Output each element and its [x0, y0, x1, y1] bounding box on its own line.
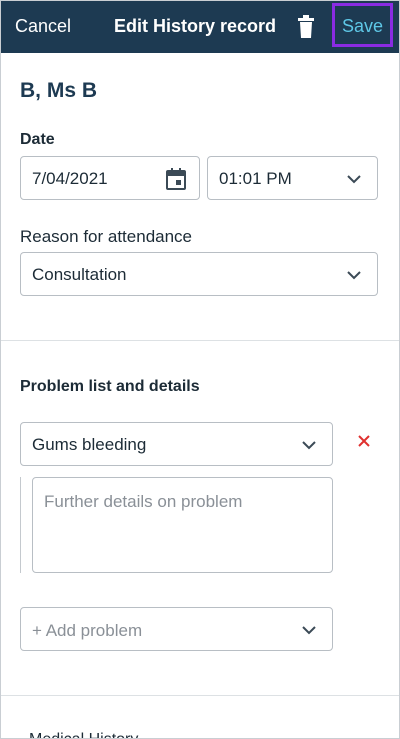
details-placeholder: Further details on problem: [44, 492, 243, 511]
time-select[interactable]: 01:01 PM: [207, 156, 378, 200]
add-problem-placeholder: + Add problem: [32, 621, 143, 640]
reason-label: Reason for attendance: [20, 227, 193, 246]
time-value: 01:01 PM: [219, 169, 292, 188]
trash-icon[interactable]: [297, 15, 315, 39]
reason-value: Consultation: [32, 265, 127, 284]
chevron-down-icon: [347, 175, 361, 184]
problem-details-textarea[interactable]: Further details on problem: [32, 477, 333, 573]
date-field[interactable]: 7/04/2021: [20, 156, 200, 200]
patient-name: B, Ms B: [20, 79, 98, 102]
section-divider: [1, 695, 399, 696]
problem-list-heading: Problem list and details: [20, 378, 200, 395]
chevron-down-icon: [302, 626, 316, 635]
chevron-down-icon: [347, 271, 361, 280]
page-title: Edit History record: [114, 16, 277, 36]
header-bar: Cancel Edit History record Save: [1, 1, 399, 53]
chevron-down-icon: [302, 441, 316, 450]
save-button[interactable]: Save: [342, 16, 383, 37]
remove-problem-icon[interactable]: [356, 433, 372, 449]
calendar-icon[interactable]: [164, 167, 188, 191]
problem-select[interactable]: Gums bleeding: [20, 422, 333, 466]
problem-value: Gums bleeding: [32, 435, 147, 454]
screen-frame: Cancel Edit History record Save B, Ms B …: [0, 0, 400, 739]
section-divider: [1, 340, 399, 341]
add-problem-select[interactable]: + Add problem: [20, 607, 333, 651]
medical-history-label: Medical History: [29, 731, 138, 738]
date-value: 7/04/2021: [32, 169, 108, 188]
reason-select[interactable]: Consultation: [20, 252, 378, 296]
details-indent-rule: [20, 477, 21, 573]
date-label: Date: [20, 131, 55, 148]
cancel-button[interactable]: Cancel: [15, 16, 71, 37]
